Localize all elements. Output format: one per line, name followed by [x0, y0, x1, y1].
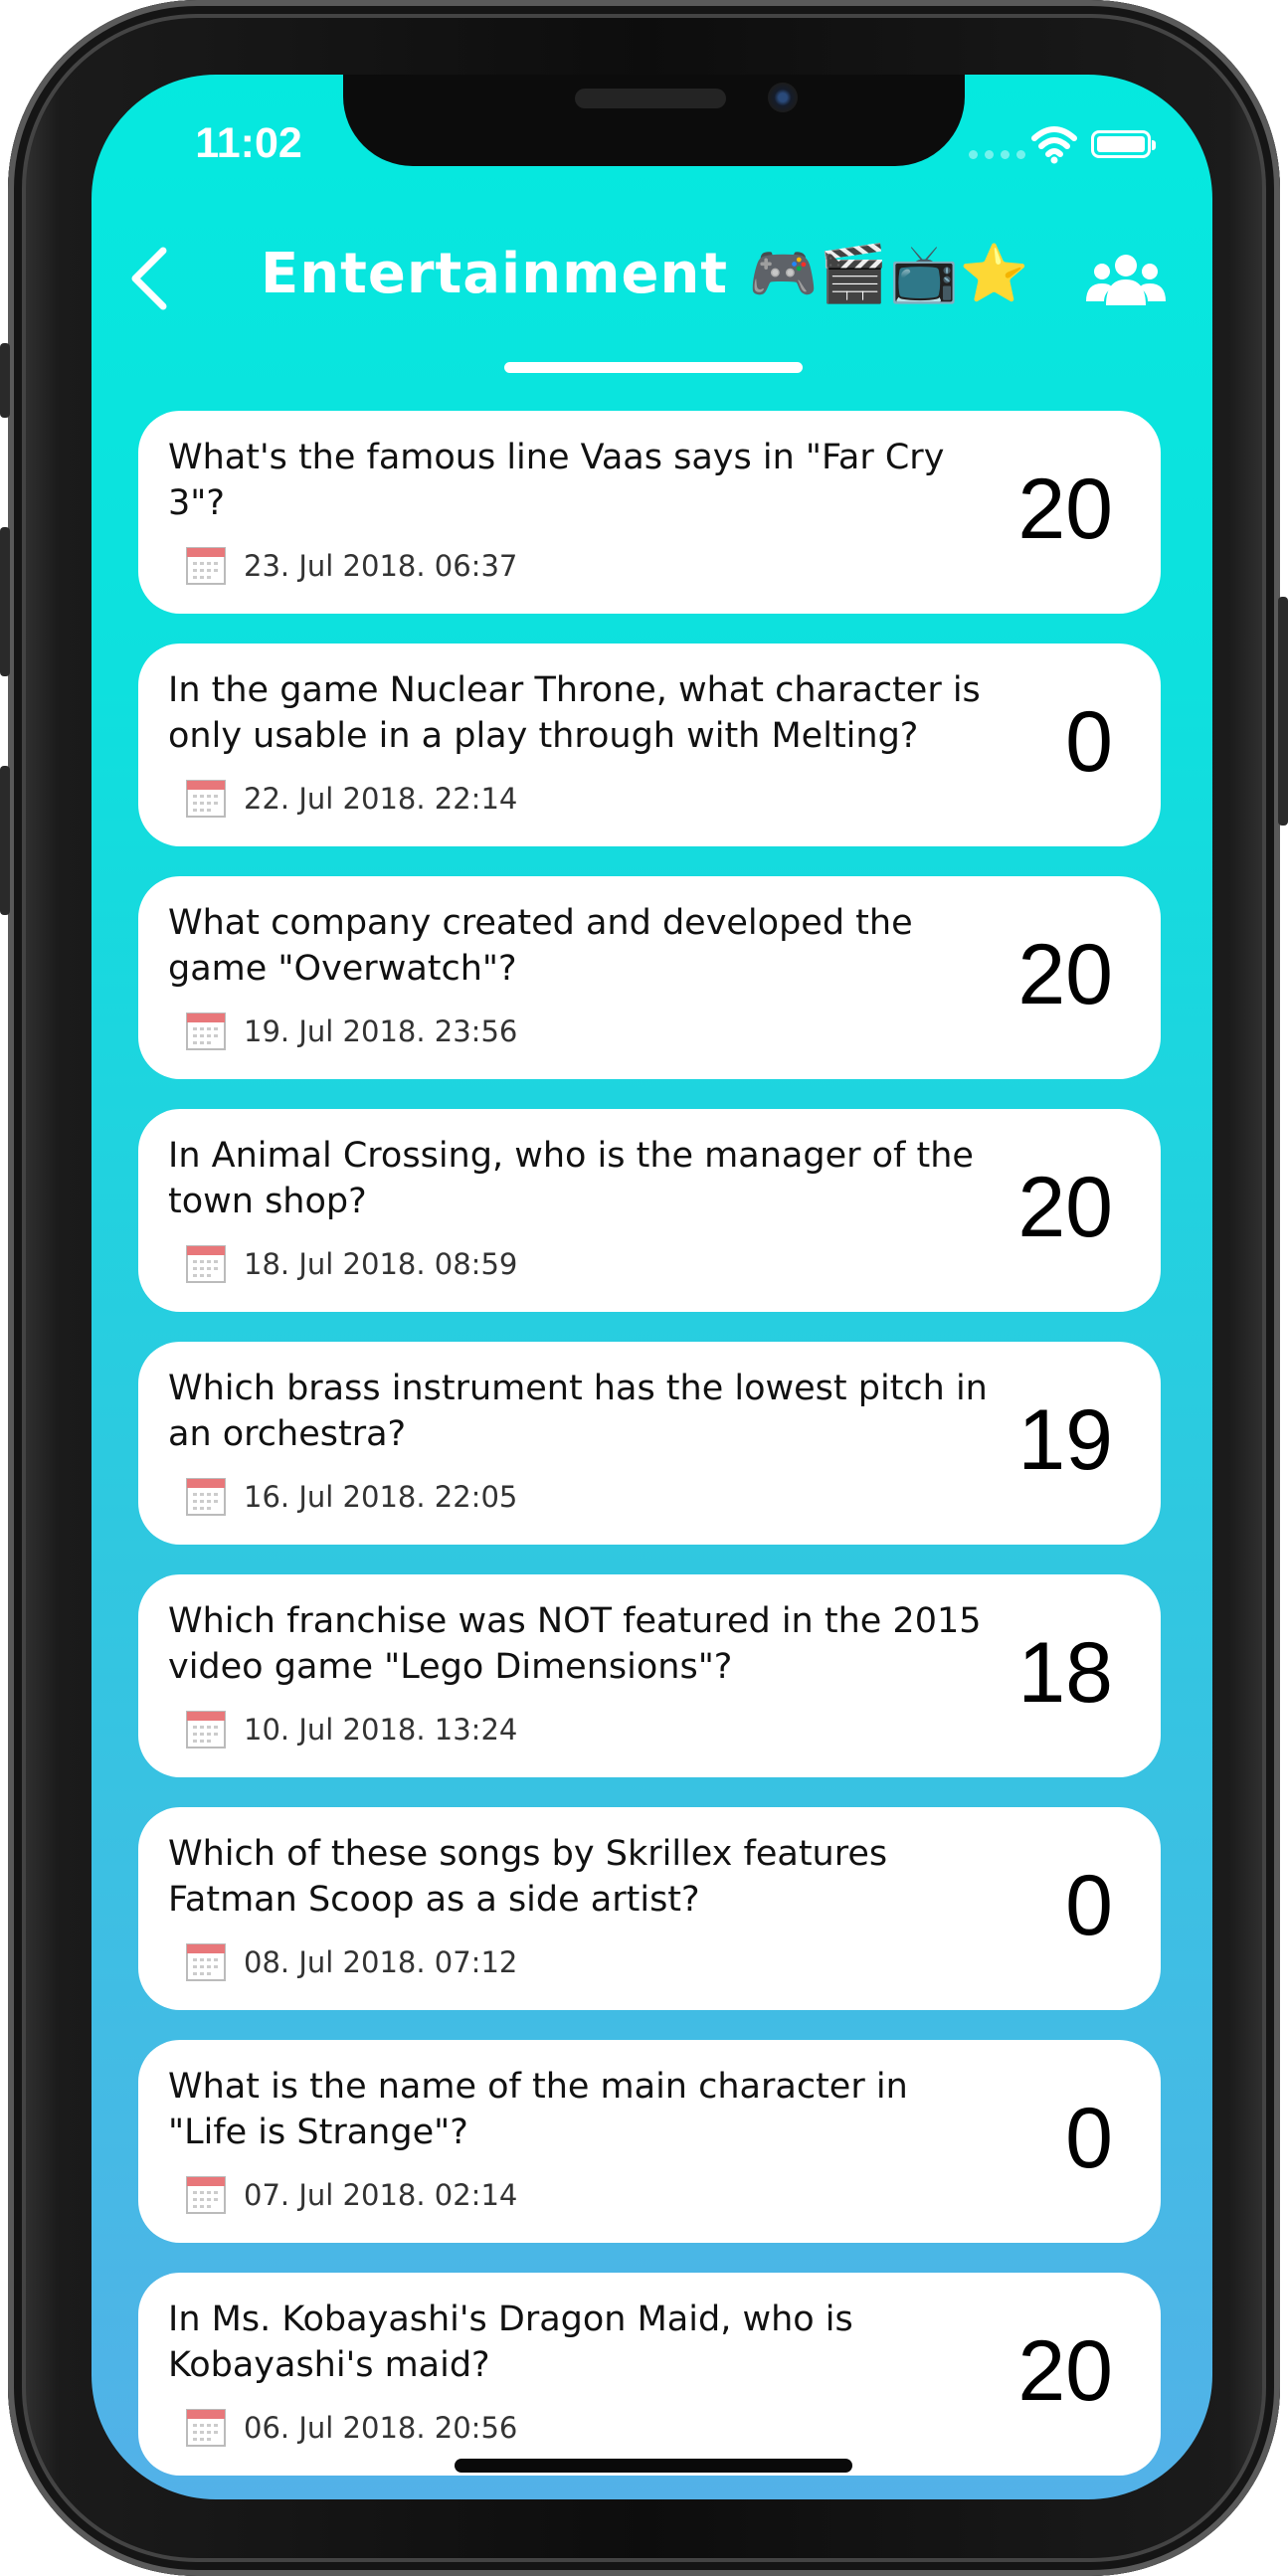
date-row: 18. Jul 2018. 08:59: [186, 1242, 517, 1286]
mute-switch: [0, 343, 10, 418]
question-text: What company created and developed the g…: [168, 903, 913, 989]
date-row: 07. Jul 2018. 02:14: [186, 2173, 517, 2217]
date-row: 16. Jul 2018. 22:05: [186, 1475, 517, 1519]
question-date: 07. Jul 2018. 02:14: [244, 2178, 518, 2212]
calendar-icon: [186, 780, 226, 818]
date-row: 06. Jul 2018. 20:56: [186, 2406, 517, 2450]
battery-icon: [1091, 130, 1156, 158]
question-date: 06. Jul 2018. 20:56: [244, 2411, 518, 2445]
phone-frame: 11:02 Entertainment 🎮🎬📺⭐ What's the famo…: [0, 0, 1288, 2576]
question-score: 0: [1065, 1858, 1113, 1953]
calendar-icon: [186, 547, 226, 585]
volume-up-button: [0, 527, 10, 676]
question-score: 20: [1017, 2323, 1113, 2419]
question-text: What is the name of the main character i…: [168, 2067, 908, 2152]
tab-underline: [504, 362, 803, 373]
front-camera: [768, 83, 798, 112]
question-text: What's the famous line Vaas says in "Far…: [168, 438, 945, 523]
volume-down-button: [0, 766, 10, 915]
question-card[interactable]: In Ms. Kobayashi's Dragon Maid, who is K…: [138, 2273, 1161, 2476]
page-title: Entertainment 🎮🎬📺⭐: [261, 242, 1030, 306]
calendar-icon: [186, 1711, 226, 1748]
home-indicator[interactable]: [455, 2459, 852, 2473]
question-date: 10. Jul 2018. 13:24: [244, 1713, 518, 1747]
question-score: 20: [1017, 461, 1113, 557]
question-card[interactable]: What is the name of the main character i…: [138, 2040, 1161, 2243]
question-date: 16. Jul 2018. 22:05: [244, 1480, 518, 1514]
calendar-icon: [186, 1478, 226, 1516]
question-date: 22. Jul 2018. 22:14: [244, 782, 518, 816]
date-row: 23. Jul 2018. 06:37: [186, 544, 517, 588]
question-date: 23. Jul 2018. 06:37: [244, 549, 518, 583]
wifi-icon: [1031, 126, 1077, 164]
question-score: 0: [1065, 2091, 1113, 2186]
notch: [343, 75, 965, 166]
question-text: In the game Nuclear Throne, what charact…: [168, 670, 981, 756]
calendar-icon: [186, 2409, 226, 2447]
group-users-icon[interactable]: [1086, 252, 1166, 307]
back-chevron-icon[interactable]: [119, 239, 179, 318]
question-text: In Animal Crossing, who is the manager o…: [168, 1136, 974, 1221]
question-card[interactable]: Which brass instrument has the lowest pi…: [138, 1342, 1161, 1545]
calendar-icon: [186, 1245, 226, 1283]
question-score: 20: [1017, 1160, 1113, 1255]
calendar-icon: [186, 1012, 226, 1050]
calendar-icon: [186, 1943, 226, 1981]
question-text: Which brass instrument has the lowest pi…: [168, 1369, 988, 1454]
question-date: 08. Jul 2018. 07:12: [244, 1945, 518, 1979]
question-card[interactable]: Which of these songs by Skrillex feature…: [138, 1807, 1161, 2010]
question-score: 20: [1017, 927, 1113, 1022]
speaker: [575, 89, 726, 108]
calendar-icon: [186, 2176, 226, 2214]
question-score: 19: [1017, 1392, 1113, 1488]
question-date: 19. Jul 2018. 23:56: [244, 1014, 518, 1048]
cellular-signal-icon: [969, 150, 1025, 159]
question-text: In Ms. Kobayashi's Dragon Maid, who is K…: [168, 2300, 853, 2385]
date-row: 19. Jul 2018. 23:56: [186, 1010, 517, 1053]
question-card[interactable]: Which franchise was NOT featured in the …: [138, 1574, 1161, 1777]
question-score: 18: [1017, 1625, 1113, 1721]
question-date: 18. Jul 2018. 08:59: [244, 1247, 518, 1281]
status-time: 11:02: [195, 119, 302, 167]
question-card[interactable]: In Animal Crossing, who is the manager o…: [138, 1109, 1161, 1312]
date-row: 22. Jul 2018. 22:14: [186, 777, 517, 821]
date-row: 10. Jul 2018. 13:24: [186, 1708, 517, 1751]
question-card[interactable]: What's the famous line Vaas says in "Far…: [138, 411, 1161, 614]
screen: 11:02 Entertainment 🎮🎬📺⭐ What's the famo…: [92, 75, 1212, 2499]
question-text: Which of these songs by Skrillex feature…: [168, 1834, 888, 1920]
power-button: [1278, 597, 1288, 826]
question-score: 0: [1065, 694, 1113, 790]
question-card[interactable]: What company created and developed the g…: [138, 876, 1161, 1079]
question-text: Which franchise was NOT featured in the …: [168, 1601, 982, 1687]
question-card[interactable]: In the game Nuclear Throne, what charact…: [138, 644, 1161, 846]
date-row: 08. Jul 2018. 07:12: [186, 1940, 517, 1984]
